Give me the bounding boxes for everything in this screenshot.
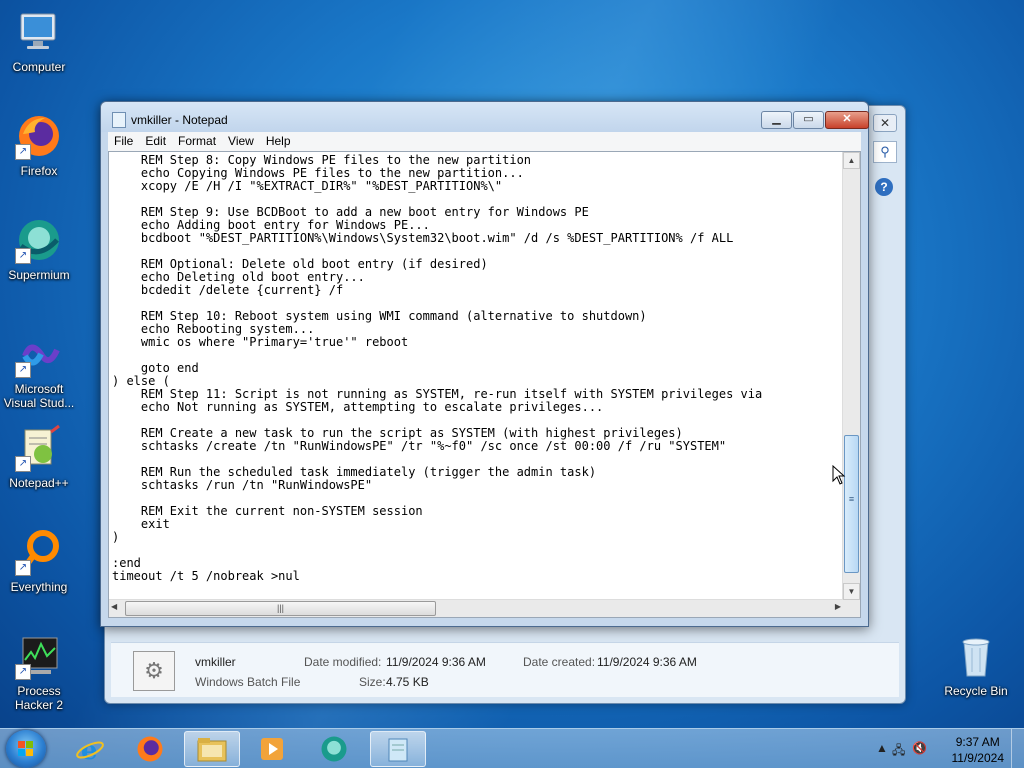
shortcut-arrow-icon: ↗ xyxy=(15,248,31,264)
internet-explorer-icon: e xyxy=(76,736,104,766)
start-button[interactable] xyxy=(6,730,46,768)
desktop-icon-label: Everything xyxy=(10,580,68,594)
desktop-icon-label: Process Hacker 2 xyxy=(14,684,64,712)
desktop-icon-label: Computer xyxy=(12,60,66,74)
menu-bar: File Edit Format View Help xyxy=(108,132,861,151)
notepad-icon xyxy=(388,738,408,762)
scroll-down-arrow-icon[interactable]: ▼ xyxy=(843,583,860,600)
search-icon[interactable]: ⚲ xyxy=(873,141,897,163)
notepad-titlebar[interactable]: vmkiller - Notepad ▁ ▭ ✕ xyxy=(101,102,869,132)
shortcut-arrow-icon: ↗ xyxy=(15,362,31,378)
details-modified-value: 11/9/2024 9:36 AM xyxy=(386,655,486,669)
details-created-value: 11/9/2024 9:36 AM xyxy=(597,655,697,669)
network-icon[interactable]: 🖧 xyxy=(892,741,905,762)
visual-studio-icon: ↗ xyxy=(15,330,63,378)
scroll-right-arrow-icon[interactable]: ▶ xyxy=(835,602,841,611)
taskbar-firefox[interactable] xyxy=(122,731,178,767)
details-modified-label: Date modified: xyxy=(304,655,382,669)
help-icon[interactable]: ? xyxy=(875,178,893,196)
explorer-close-button[interactable]: ✕ xyxy=(873,114,897,132)
desktop-icon-label: Recycle Bin xyxy=(944,684,1008,698)
close-button[interactable]: ✕ xyxy=(825,111,869,129)
batch-file-gear-icon: ⚙ xyxy=(133,651,175,691)
mouse-pointer-icon xyxy=(832,464,846,488)
taskbar-supermium[interactable] xyxy=(306,731,362,767)
menu-file[interactable]: File xyxy=(108,132,139,150)
everything-search-icon: ↗ xyxy=(15,528,63,576)
supermium-icon xyxy=(321,736,347,762)
desktop-icon-label: Microsoft Visual Stud... xyxy=(3,382,75,410)
menu-edit[interactable]: Edit xyxy=(139,132,172,150)
computer-icon xyxy=(15,8,63,56)
taskbar-media-player[interactable] xyxy=(244,731,300,767)
menu-view[interactable]: View xyxy=(222,132,260,150)
shortcut-arrow-icon: ↗ xyxy=(15,560,31,576)
desktop-icon-label: Supermium xyxy=(8,268,70,282)
shortcut-arrow-icon: ↗ xyxy=(15,144,31,160)
menu-format[interactable]: Format xyxy=(172,132,222,150)
scroll-up-arrow-icon[interactable]: ▲ xyxy=(843,152,860,169)
svg-text:e: e xyxy=(81,736,98,764)
taskbar: e ▲ 🖧 🔇 9:37 AM 11/9/2024 xyxy=(0,728,1024,768)
windows-logo-icon xyxy=(18,741,33,756)
show-desktop-button[interactable] xyxy=(1011,729,1024,768)
supermium-icon: ↗ xyxy=(15,216,63,264)
minimize-button[interactable]: ▁ xyxy=(761,111,792,129)
horizontal-scroll-thumb[interactable]: ||| xyxy=(125,601,436,616)
system-tray: ▲ 🖧 🔇 9:37 AM 11/9/2024 xyxy=(864,729,1024,768)
firefox-icon xyxy=(137,736,163,762)
maximize-button[interactable]: ▭ xyxy=(793,111,824,129)
desktop-icon-computer[interactable]: Computer xyxy=(0,8,78,74)
horizontal-scrollbar[interactable]: ||| ◀ ▶ xyxy=(109,599,843,617)
editor-content[interactable]: REM Step 8: Copy Windows PE files to the… xyxy=(112,154,840,600)
show-hidden-icons-arrow-icon[interactable]: ▲ xyxy=(876,741,888,755)
menu-help[interactable]: Help xyxy=(260,132,297,150)
taskbar-notepad[interactable] xyxy=(370,731,426,767)
firefox-icon: ↗ xyxy=(15,112,63,160)
volume-muted-icon[interactable]: 🔇 xyxy=(912,741,927,755)
details-pane: ⚙ vmkiller Windows Batch File Date modif… xyxy=(111,642,899,697)
taskbar-explorer[interactable] xyxy=(184,731,240,767)
details-file-name: vmkiller xyxy=(195,655,236,669)
taskbar-internet-explorer[interactable]: e xyxy=(62,731,118,767)
shortcut-arrow-icon: ↗ xyxy=(15,456,31,472)
scrollbar-corner xyxy=(843,600,860,617)
desktop-icon-everything[interactable]: ↗ Everything xyxy=(0,528,78,594)
desktop-icon-notepadpp[interactable]: ↗ Notepad++ xyxy=(0,424,78,490)
window-title: vmkiller - Notepad xyxy=(131,113,228,127)
recycle-bin-icon xyxy=(952,632,1000,680)
scroll-left-arrow-icon[interactable]: ◀ xyxy=(111,602,117,611)
clock-time: 9:37 AM xyxy=(955,735,1000,749)
media-player-icon xyxy=(261,738,283,760)
desktop-icon-label: Notepad++ xyxy=(9,476,69,490)
shortcut-arrow-icon: ↗ xyxy=(15,664,31,680)
clock[interactable]: 9:37 AM 11/9/2024 xyxy=(952,734,1005,766)
desktop-icon-recycle-bin[interactable]: Recycle Bin xyxy=(936,632,1016,698)
notepad-app-icon xyxy=(112,112,126,128)
details-created-label: Date created: xyxy=(523,655,596,669)
vertical-scroll-thumb[interactable]: ≡ xyxy=(844,435,859,573)
details-file-type: Windows Batch File xyxy=(195,675,301,689)
desktop-icon-label: Firefox xyxy=(20,164,58,178)
details-size-value: 4.75 KB xyxy=(386,675,429,689)
text-editor[interactable]: REM Step 8: Copy Windows PE files to the… xyxy=(108,151,861,618)
folder-icon xyxy=(197,738,227,762)
notepad-window: vmkiller - Notepad ▁ ▭ ✕ File Edit Format V… xyxy=(100,101,869,627)
desktop-icon-process-hacker[interactable]: ↗ Process Hacker 2 xyxy=(0,632,78,712)
clock-date: 11/9/2024 xyxy=(951,751,1005,765)
desktop-icon-supermium[interactable]: ↗ Supermium xyxy=(0,216,78,282)
desktop-icon-firefox[interactable]: ↗ Firefox xyxy=(0,112,78,178)
process-hacker-icon: ↗ xyxy=(15,632,63,680)
notepadpp-icon: ↗ xyxy=(15,424,63,472)
vertical-scrollbar[interactable]: ▲ ≡ ▼ xyxy=(842,152,860,600)
details-size-label: Size: xyxy=(359,675,386,689)
desktop-icon-visual-studio[interactable]: ↗ Microsoft Visual Stud... xyxy=(0,330,78,410)
